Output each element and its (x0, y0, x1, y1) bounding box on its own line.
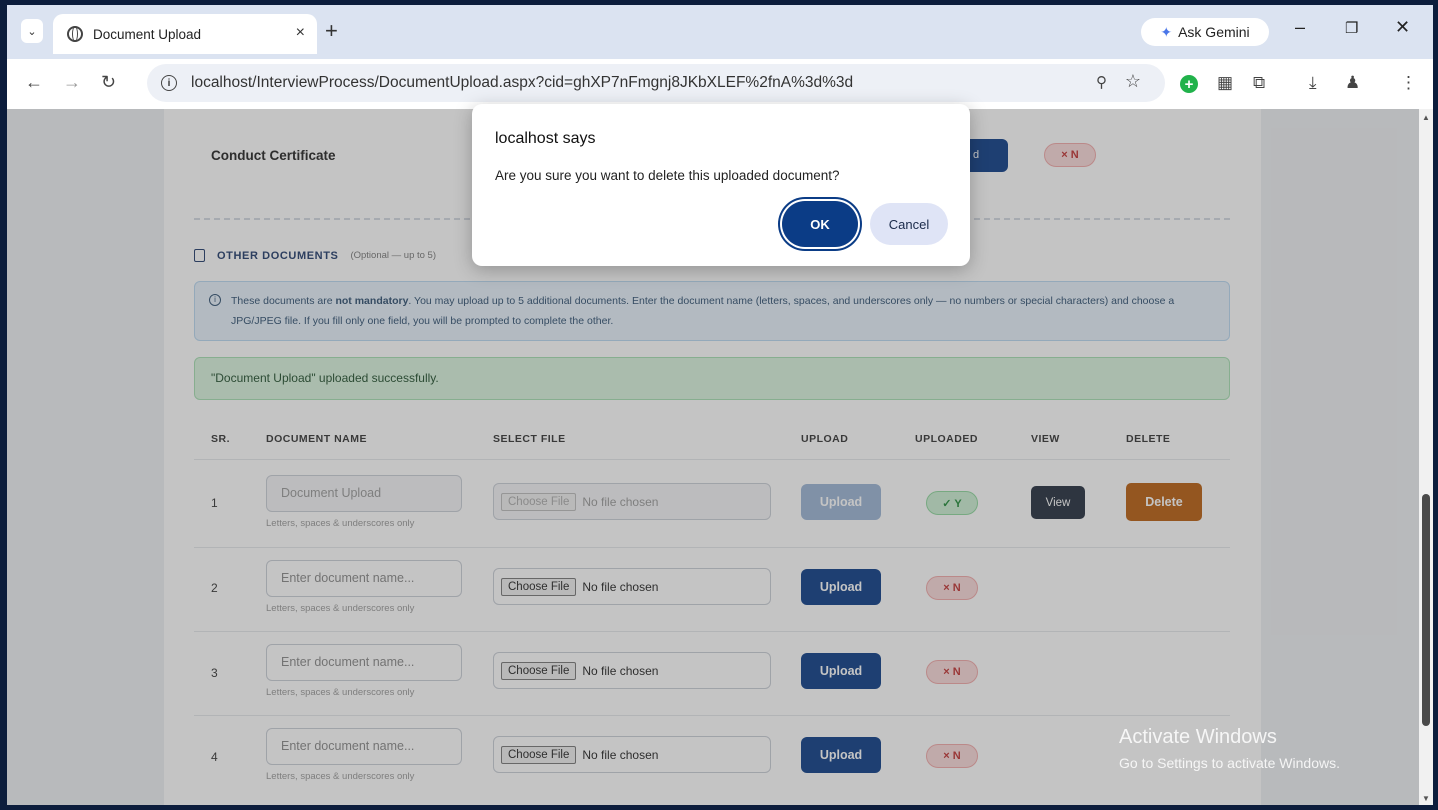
forward-arrow-icon[interactable]: → (63, 72, 81, 93)
globe-icon (67, 26, 83, 42)
browser-window: ⌄ Document Upload × + ✦ Ask Gemini – ❐ ✕… (7, 5, 1433, 805)
gemini-spark-icon: ✦ (1160, 23, 1173, 40)
confirm-dialog: localhost says Are you sure you want to … (472, 104, 970, 266)
browser-toolbar: ← → ↻ i localhost/InterviewProcess/Docum… (7, 59, 1433, 109)
url-text[interactable]: localhost/InterviewProcess/DocumentUploa… (191, 74, 853, 92)
reload-icon[interactable]: ↻ (101, 72, 116, 93)
back-arrow-icon[interactable]: ← (25, 72, 43, 93)
cancel-button[interactable]: Cancel (870, 203, 948, 245)
dialog-title: localhost says (495, 130, 596, 147)
close-tab-icon[interactable]: × (296, 24, 305, 42)
scroll-up-arrow-icon[interactable]: ▲ (1422, 113, 1430, 122)
activate-windows-watermark: Activate Windows Go to Settings to activ… (1119, 726, 1340, 771)
tab-title: Document Upload (93, 26, 202, 42)
zoom-icon[interactable]: ⚲ (1096, 73, 1107, 91)
tab-search-button[interactable]: ⌄ (21, 19, 43, 43)
site-info-icon[interactable]: i (161, 75, 177, 91)
dialog-message: Are you sure you want to delete this upl… (495, 168, 840, 183)
page-scrollbar[interactable]: ▲ ▼ (1419, 109, 1433, 805)
address-bar[interactable]: i localhost/InterviewProcess/DocumentUpl… (147, 64, 1165, 102)
ok-button[interactable]: OK (782, 201, 858, 247)
tab-strip: ⌄ Document Upload × + ✦ Ask Gemini – ❐ ✕ (7, 5, 1433, 59)
extensions-puzzle-icon[interactable]: ⧉ (1253, 73, 1265, 93)
watermark-line-2: Go to Settings to activate Windows. (1119, 755, 1340, 771)
ask-gemini-label: Ask Gemini (1178, 24, 1250, 40)
scrollbar-thumb[interactable] (1422, 494, 1430, 726)
profile-avatar-icon[interactable]: ♟ (1345, 73, 1360, 93)
close-window-icon[interactable]: ✕ (1395, 17, 1410, 38)
chevron-down-icon: ⌄ (27, 25, 37, 38)
extension-plus-icon[interactable]: + (1180, 75, 1198, 93)
watermark-line-1: Activate Windows (1119, 726, 1277, 748)
restore-icon[interactable]: ❐ (1345, 19, 1358, 37)
new-tab-button[interactable]: + (325, 18, 338, 44)
download-icon[interactable]: ⤓ (1309, 73, 1317, 93)
extension-app-icon[interactable]: ▦ (1217, 73, 1233, 93)
tab-document-upload[interactable]: Document Upload × (53, 14, 317, 54)
scroll-down-arrow-icon[interactable]: ▼ (1422, 794, 1430, 803)
minimize-icon[interactable]: – (1295, 17, 1305, 38)
ask-gemini-button[interactable]: ✦ Ask Gemini (1141, 18, 1269, 46)
bookmark-star-icon[interactable]: ☆ (1125, 71, 1141, 92)
more-menu-icon[interactable]: ⋮ (1400, 73, 1417, 93)
